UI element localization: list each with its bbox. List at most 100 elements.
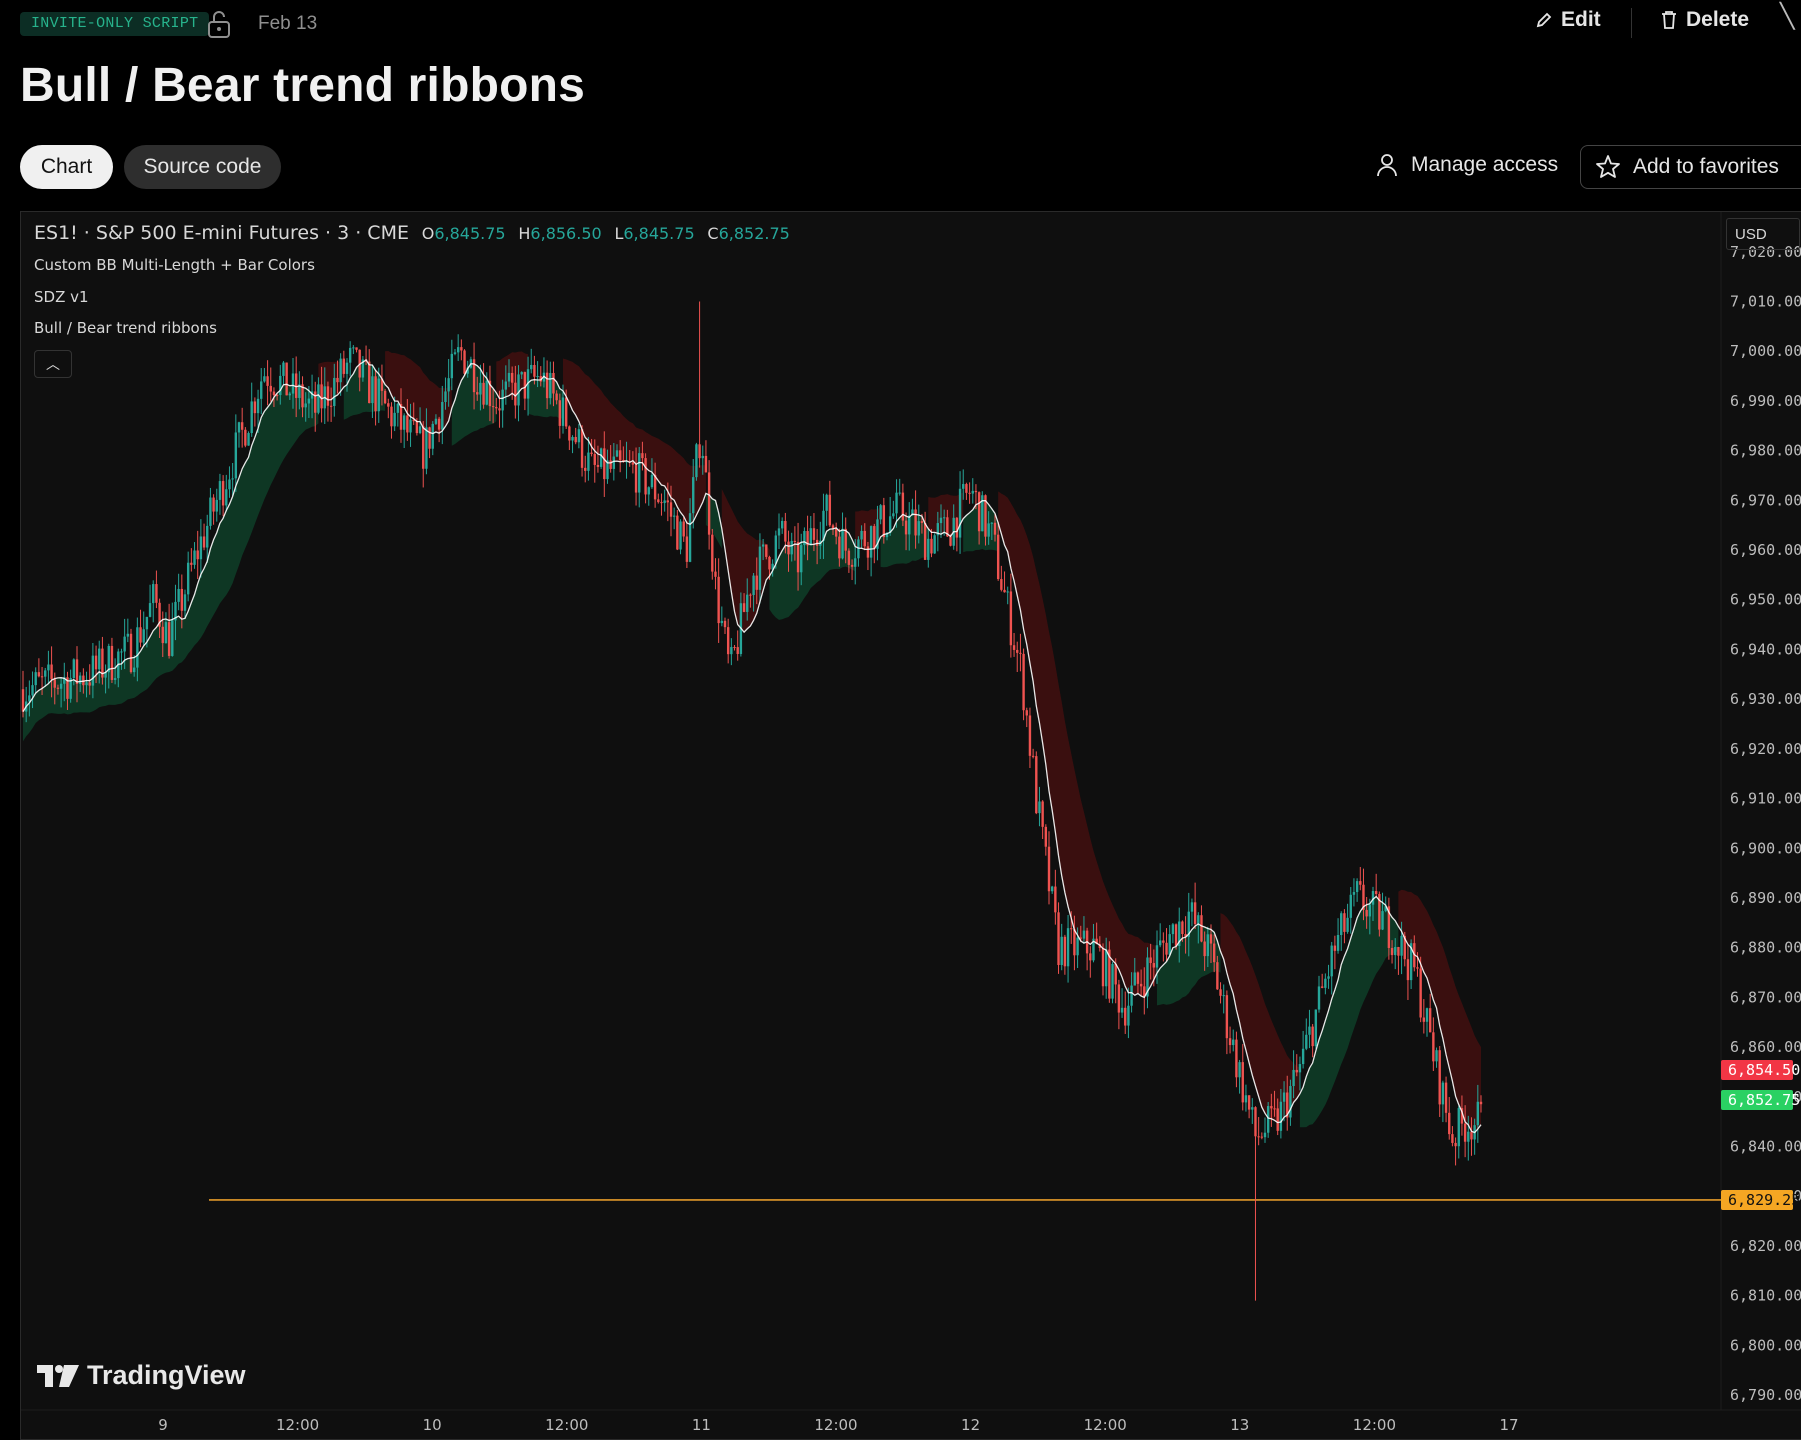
indicator-legend-bb[interactable]: Custom BB Multi-Length + Bar Colors (34, 256, 315, 274)
candle-body (450, 353, 454, 379)
candle-body (139, 627, 142, 643)
candle-body (530, 365, 533, 370)
x-tick-label: 10 (423, 1416, 442, 1434)
x-tick-label: 12 (961, 1416, 980, 1434)
candle-body (545, 372, 549, 399)
candle-body (558, 400, 562, 426)
candle-body (307, 398, 311, 404)
candle-body (638, 453, 641, 493)
candle-body (1457, 1108, 1460, 1147)
candle-body (1394, 947, 1397, 956)
candle-body (707, 472, 711, 535)
candle-body (1244, 1095, 1248, 1103)
candle-body (1241, 1062, 1244, 1103)
manage-access-button[interactable]: Manage access (1375, 152, 1558, 178)
candle-body (167, 622, 171, 656)
candle-body (996, 534, 1000, 580)
candle-body (1022, 653, 1025, 711)
tab-chart[interactable]: Chart (20, 145, 113, 189)
candle-body (720, 620, 724, 624)
y-tick-label: 6,820.00 (1730, 1237, 1801, 1255)
candle-body (1120, 1007, 1124, 1013)
y-tick-label: 6,960.00 (1730, 541, 1801, 559)
candle-body (279, 375, 282, 396)
y-tick-label: 6,950.00 (1730, 591, 1801, 609)
candle-body (50, 664, 53, 680)
candle-body (1289, 1086, 1292, 1118)
candle-body (809, 528, 812, 546)
indicator-legend-ribbons[interactable]: Bull / Bear trend ribbons (34, 319, 217, 337)
candle-body (1254, 1107, 1257, 1137)
candle-body (1359, 881, 1362, 885)
candle-body (1149, 957, 1152, 964)
candle-body (1181, 921, 1184, 935)
candle-body (1057, 912, 1060, 966)
candle-body (574, 436, 577, 443)
candle-body (854, 558, 857, 567)
candle-body (920, 521, 924, 523)
currency-selector[interactable]: USD (1726, 218, 1800, 250)
candle-body (514, 382, 517, 406)
indicator-legend-sdz[interactable]: SDZ v1 (34, 288, 89, 306)
candle-body (914, 509, 917, 536)
delete-button[interactable]: Delete (1660, 8, 1749, 32)
tradingview-logo-text: TradingView (87, 1360, 246, 1390)
candle-body (587, 452, 590, 471)
candle-body (879, 505, 882, 520)
candle-body (698, 444, 701, 459)
last-price-label: 6,852.75 (1728, 1091, 1800, 1109)
candle-body (1028, 715, 1032, 756)
tab-source-code[interactable]: Source code (124, 145, 281, 189)
candle-body (72, 659, 76, 678)
chart-panel[interactable]: 7,020.00 7,010.00 7,000.00 6,990.00 6,980.00… (20, 211, 1801, 1440)
tradingview-logo-icon (37, 1364, 79, 1387)
candle-body (631, 462, 635, 465)
candle-body (676, 515, 679, 550)
candle-body (444, 391, 447, 403)
candle-body (326, 386, 330, 406)
close-icon[interactable]: ╲ (1780, 2, 1794, 31)
candle-body (657, 499, 660, 503)
candle-body (584, 467, 587, 471)
user-icon (1377, 154, 1397, 177)
candle-body (437, 418, 441, 430)
candle-body (1066, 928, 1070, 967)
y-tick-label: 6,810.00 (1730, 1287, 1801, 1305)
candle-body (1038, 801, 1041, 814)
candle-body (1047, 846, 1051, 892)
candle-body (155, 584, 158, 603)
candle-body (873, 526, 876, 549)
y-tick-label: 6,880.00 (1730, 939, 1801, 957)
add-to-favorites-label: Add to favorites (1633, 155, 1779, 178)
candle-body (599, 448, 603, 467)
candle-body (949, 536, 952, 546)
candle-body (339, 358, 342, 383)
candle-body (59, 683, 63, 689)
candle-body (1089, 953, 1092, 961)
candle-body (942, 517, 946, 519)
candle-body (1343, 913, 1346, 932)
y-tick-label: 6,840.00 (1730, 1138, 1801, 1156)
price-chart[interactable]: 7,020.007,010.007,000.006,990.006,980.00… (21, 212, 1801, 1440)
candle-body (1228, 1038, 1232, 1046)
candle-body (1333, 945, 1337, 951)
candle-body (110, 645, 114, 680)
candle-body (536, 376, 539, 378)
collapse-legend-button[interactable]: ︿ (34, 350, 72, 378)
add-to-favorites-button[interactable]: Add to favorites (1580, 145, 1801, 189)
candle-body (1276, 1108, 1279, 1131)
candle-body (723, 620, 727, 628)
candle-body (1301, 1048, 1305, 1065)
candle-body (1168, 934, 1171, 955)
candle-body (463, 350, 466, 374)
candle-body (860, 530, 863, 540)
candle-body (240, 422, 244, 430)
candle-body (768, 556, 771, 570)
candle-body (1441, 1082, 1445, 1105)
candle-body (596, 464, 600, 467)
bear-ribbon-segment (1220, 913, 1300, 1123)
candle-body (787, 541, 790, 555)
edit-button[interactable]: Edit (1535, 8, 1601, 32)
candle-body (1152, 963, 1156, 968)
y-tick-label: 6,860.00 (1730, 1038, 1801, 1056)
